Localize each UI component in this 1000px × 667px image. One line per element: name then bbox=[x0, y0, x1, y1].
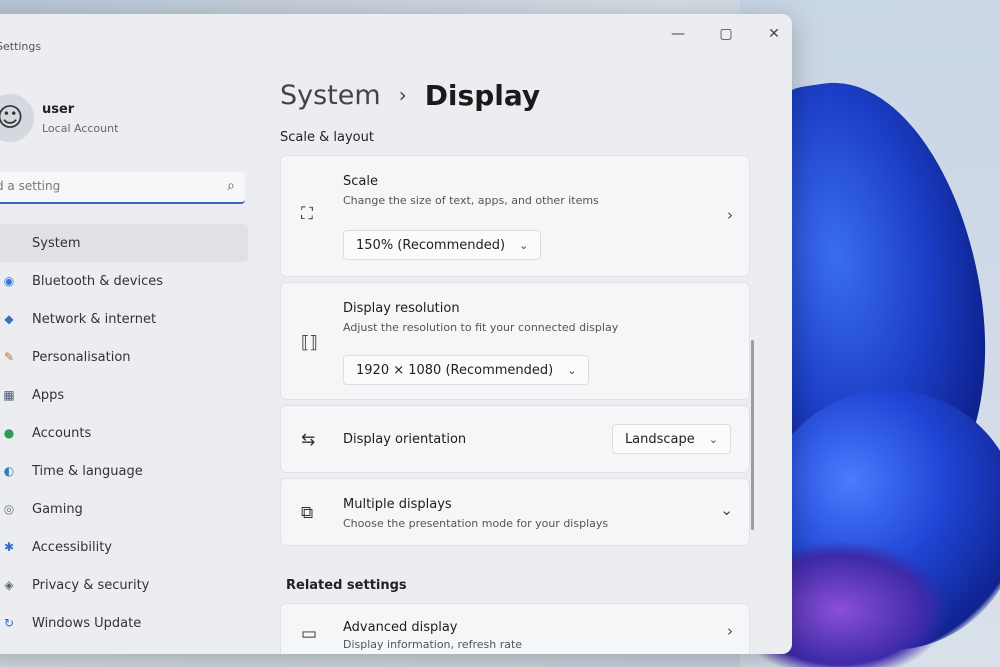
sidebar-item-label: Personalisation bbox=[32, 349, 131, 365]
sidebar-item-windows-update[interactable]: ↻ Windows Update bbox=[0, 604, 250, 642]
sidebar-item-network-internet[interactable]: ◆ Network & internet bbox=[0, 300, 250, 338]
orientation-dropdown[interactable]: Landscape ⌄ bbox=[611, 424, 731, 454]
account-type: Local Account bbox=[42, 122, 119, 135]
settings-window: Settings — ▢ ✕ ☺ user Local Account ⌕ ▪S… bbox=[0, 14, 792, 654]
section-label-scale-layout: Scale & layout bbox=[280, 130, 374, 145]
sidebar-item-time-language[interactable]: ◐ Time & language bbox=[0, 452, 250, 490]
sidebar: ☺ user Local Account ⌕ ▪System ◉ Bluetooth… bbox=[0, 84, 250, 654]
chevron-down-icon: ⌄ bbox=[708, 432, 718, 446]
multiple-displays-title: Multiple displays bbox=[343, 497, 452, 512]
maximize-button[interactable]: ▢ bbox=[716, 24, 736, 44]
search-icon[interactable]: ⌕ bbox=[227, 178, 235, 194]
close-button[interactable]: ✕ bbox=[764, 24, 784, 44]
sidebar-item-bluetooth-devices[interactable]: ◉ Bluetooth & devices bbox=[0, 262, 250, 300]
multiple-displays-icon: ⧉ bbox=[301, 503, 314, 523]
sidebar-item-label: Windows Update bbox=[32, 615, 142, 631]
scale-icon: ⛶ bbox=[301, 204, 313, 224]
user-profile[interactable]: ☺ user Local Account bbox=[0, 94, 240, 144]
chevron-right-icon: › bbox=[727, 622, 733, 640]
resolution-icon: ⟦⟧ bbox=[301, 333, 318, 353]
gaming-icon: ◎ bbox=[3, 502, 15, 516]
user-name: user bbox=[42, 102, 75, 117]
sidebar-item-accounts[interactable]: ● Accounts bbox=[0, 414, 250, 452]
globe-icon: ◐ bbox=[3, 464, 15, 478]
sidebar-item-label: Accessibility bbox=[32, 539, 112, 555]
resolution-value: 1920 × 1080 (Recommended) bbox=[356, 362, 554, 378]
main-content: System › Display Scale & layout ⛶ Scale … bbox=[280, 70, 770, 654]
sidebar-item-accessibility[interactable]: ✱ Accessibility bbox=[0, 528, 250, 566]
sidebar-item-label: Privacy & security bbox=[32, 577, 150, 593]
bluetooth-icon: ◉ bbox=[3, 274, 15, 288]
sidebar-item-label: Bluetooth & devices bbox=[32, 273, 163, 289]
scale-card[interactable]: ⛶ Scale Change the size of text, apps, a… bbox=[280, 155, 750, 277]
sidebar-item-gaming[interactable]: ◎ Gaming bbox=[0, 490, 250, 528]
monitor-icon: ▭ bbox=[301, 624, 318, 644]
sidebar-nav: ▪System ◉ Bluetooth & devices ◆ Network & in… bbox=[0, 224, 250, 642]
chevron-down-icon: ⌄ bbox=[720, 501, 733, 519]
chevron-down-icon: ⌄ bbox=[519, 238, 529, 252]
avatar: ☺ bbox=[0, 94, 34, 142]
title-bar[interactable]: Settings — ▢ ✕ bbox=[0, 14, 792, 58]
multiple-displays-description: Choose the presentation mode for your di… bbox=[343, 517, 609, 530]
section-label-related: Related settings bbox=[286, 578, 407, 593]
page-title: Display bbox=[424, 78, 541, 112]
chevron-right-icon: › bbox=[398, 83, 407, 107]
advanced-display-description: Display information, refresh rate bbox=[343, 638, 523, 651]
window-controls: — ▢ ✕ bbox=[668, 24, 784, 44]
brush-icon: ✎ bbox=[3, 350, 15, 364]
chevron-down-icon: ⌄ bbox=[567, 363, 577, 377]
scale-description: Change the size of text, apps, and other… bbox=[343, 194, 599, 207]
sidebar-item-personalisation[interactable]: ✎ Personalisation bbox=[0, 338, 250, 376]
search-input[interactable] bbox=[0, 172, 210, 200]
multiple-displays-card[interactable]: ⧉ Multiple displays Choose the presentat… bbox=[280, 478, 750, 546]
sidebar-item-label: Time & language bbox=[32, 463, 143, 479]
scale-dropdown[interactable]: 150% (Recommended) ⌄ bbox=[343, 230, 542, 260]
accessibility-icon: ✱ bbox=[3, 540, 15, 554]
sidebar-item-label: System bbox=[32, 235, 81, 251]
breadcrumb-parent[interactable]: System bbox=[280, 80, 381, 111]
sidebar-item-label: Apps bbox=[32, 387, 65, 403]
resolution-card: ⟦⟧ Display resolution Adjust the resolut… bbox=[280, 282, 750, 400]
network-icon: ◆ bbox=[4, 312, 14, 326]
resolution-description: Adjust the resolution to fit your connec… bbox=[343, 321, 619, 334]
update-icon: ↻ bbox=[3, 616, 15, 630]
sidebar-item-label: Gaming bbox=[32, 501, 83, 517]
resolution-title: Display resolution bbox=[343, 301, 460, 316]
minimize-button[interactable]: — bbox=[668, 24, 688, 44]
chevron-right-icon: › bbox=[727, 206, 733, 224]
sidebar-item-apps[interactable]: ▦ Apps bbox=[0, 376, 250, 414]
resolution-dropdown[interactable]: 1920 × 1080 (Recommended) ⌄ bbox=[343, 355, 590, 385]
scrollbar[interactable] bbox=[751, 340, 754, 530]
scale-title: Scale bbox=[343, 174, 378, 189]
sidebar-item-system[interactable]: ▪System bbox=[0, 224, 248, 262]
sidebar-item-label: Accounts bbox=[32, 425, 92, 441]
scale-value: 150% (Recommended) bbox=[356, 237, 506, 253]
breadcrumb: System › Display bbox=[280, 70, 770, 120]
orientation-value: Landscape bbox=[624, 431, 695, 447]
sidebar-item-privacy-security[interactable]: ◈ Privacy & security bbox=[0, 566, 250, 604]
shield-icon: ◈ bbox=[4, 578, 14, 592]
search-box: ⌕ bbox=[0, 172, 245, 204]
advanced-display-card[interactable]: ▭ Advanced display Display information, … bbox=[280, 603, 750, 654]
user-icon: ☺ bbox=[0, 103, 24, 133]
apps-icon: ▦ bbox=[3, 388, 15, 402]
accounts-icon: ● bbox=[3, 426, 15, 440]
orientation-icon: ⇆ bbox=[301, 430, 316, 450]
app-title: Settings bbox=[0, 40, 42, 53]
sidebar-item-label: Network & internet bbox=[32, 311, 157, 327]
advanced-display-title: Advanced display bbox=[343, 620, 458, 635]
orientation-card: ⇆ Display orientation Landscape ⌄ bbox=[280, 405, 750, 473]
orientation-title: Display orientation bbox=[343, 432, 467, 447]
